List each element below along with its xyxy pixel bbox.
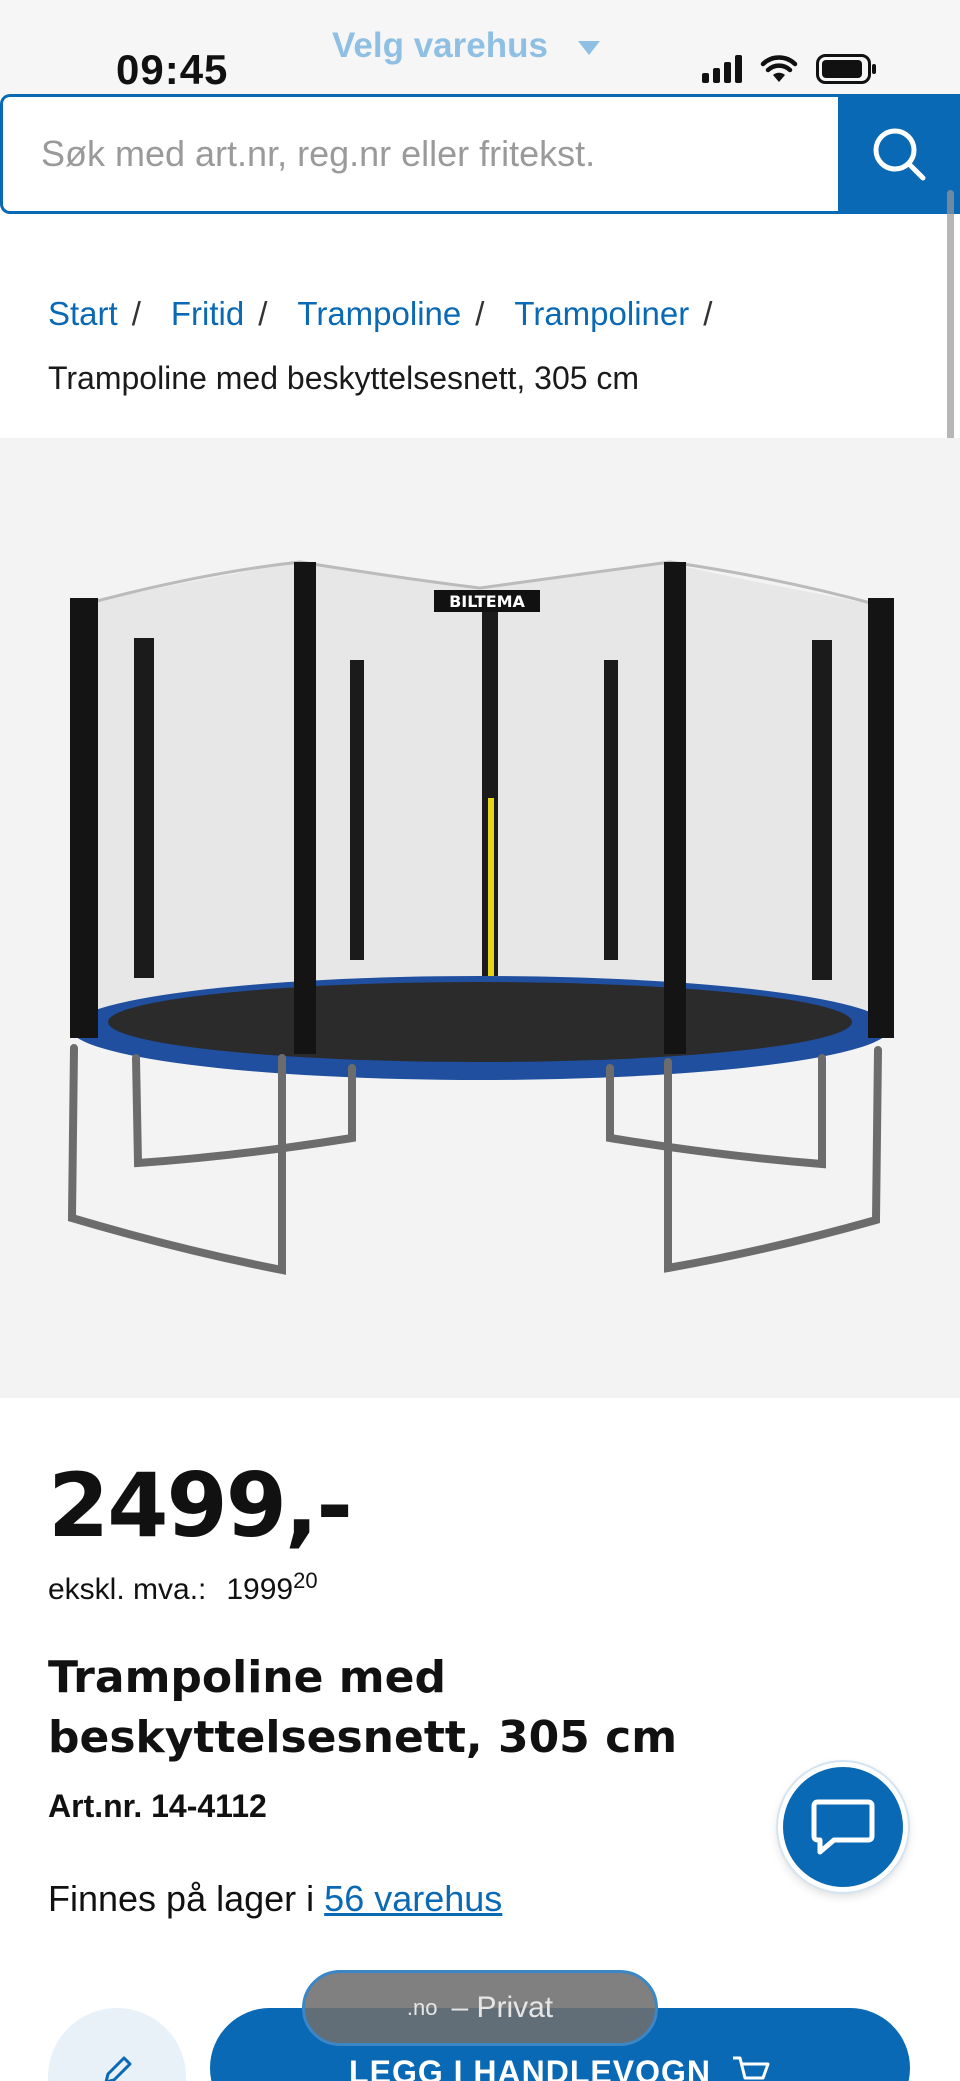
ex-vat-value: 199920 — [226, 1568, 318, 1606]
product-price: 2499,- — [48, 1454, 353, 1557]
status-time: 09:45 — [116, 46, 229, 93]
wifi-icon — [760, 55, 798, 83]
article-number: Art.nr. 14-4112 — [48, 1788, 267, 1824]
search-icon — [873, 128, 926, 181]
store-selector[interactable]: Velg varehus — [332, 26, 600, 66]
brand-logo: BILTEMA — [449, 592, 525, 611]
cart-icon — [732, 2056, 770, 2080]
edit-button[interactable] — [48, 2008, 186, 2081]
chat-icon — [811, 1799, 875, 1855]
status-bar: 09:45 Velg varehus — [0, 0, 960, 96]
breadcrumb-separator: / — [258, 295, 268, 332]
breadcrumb-trampoliner[interactable]: Trampoliner — [514, 282, 689, 346]
stock-info: Finnes på lager i 56 varehus — [48, 1878, 502, 1920]
breadcrumb-fritid[interactable]: Fritid — [171, 282, 244, 346]
site-domain: .no — [406, 1995, 438, 2020]
page-scrollbar[interactable] — [947, 190, 954, 480]
battery-icon — [816, 54, 878, 84]
chevron-down-icon — [577, 41, 600, 55]
pencil-icon — [104, 2056, 132, 2081]
trampoline-illustration: BILTEMA — [67, 560, 894, 1275]
breadcrumb-separator: / — [475, 295, 485, 332]
product-image[interactable]: BILTEMA — [0, 438, 960, 1398]
breadcrumb-current: Trampoline med beskyttelsesnett, 305 cm — [48, 360, 640, 396]
search-input[interactable]: Søk med art.nr, reg.nr eller fritekst. — [0, 94, 838, 214]
store-selector-label: Velg varehus — [332, 26, 548, 65]
site-mode-switch[interactable]: .no – Privat — [302, 1970, 658, 2046]
breadcrumb: Start / Fritid / Trampoline / Trampoline… — [48, 282, 928, 410]
price-ex-vat: ekskl. mva.: 199920 — [48, 1568, 318, 1607]
breadcrumb-start[interactable]: Start — [48, 282, 118, 346]
ex-vat-label: ekskl. mva.: — [48, 1573, 207, 1606]
ex-vat-decimals: 20 — [293, 1568, 318, 1593]
breadcrumb-separator: / — [131, 295, 141, 332]
breadcrumb-trampoline[interactable]: Trampoline — [297, 282, 461, 346]
site-mode-label: – Privat — [451, 1991, 554, 2024]
search-bar: Søk med art.nr, reg.nr eller fritekst. — [0, 94, 960, 216]
chat-button[interactable] — [778, 1762, 908, 1892]
system-icons — [702, 54, 878, 84]
stock-prefix: Finnes på lager i — [48, 1878, 315, 1919]
stock-stores-link[interactable]: 56 varehus — [324, 1878, 502, 1919]
search-button[interactable] — [838, 94, 960, 214]
breadcrumb-separator: / — [703, 295, 713, 332]
product-title: Trampoline med beskyttelsesnett, 305 cm — [48, 1652, 678, 1763]
cellular-signal-icon — [702, 55, 742, 83]
add-to-cart-label: LEGG I HANDLEVOGN — [349, 2054, 711, 2081]
